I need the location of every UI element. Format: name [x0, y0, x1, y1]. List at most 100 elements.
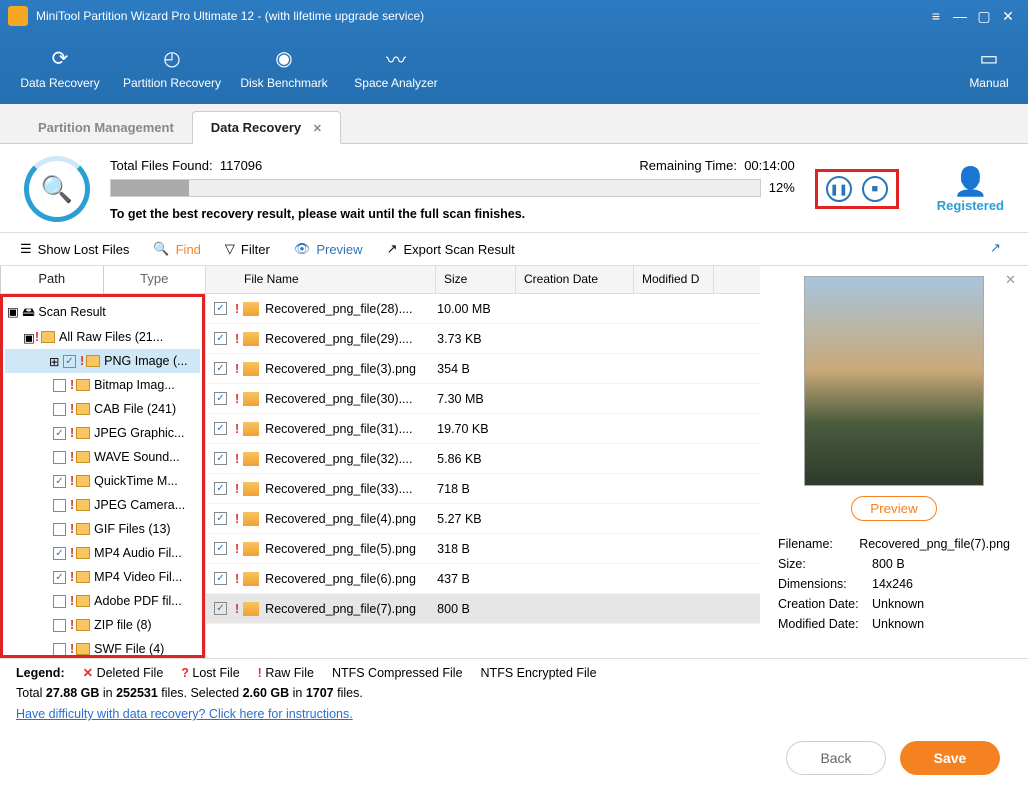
- tree-item[interactable]: !ZIP file (8): [5, 613, 200, 637]
- file-row[interactable]: !Recovered_png_file(4).png5.27 KB: [206, 504, 760, 534]
- file-row[interactable]: !Recovered_png_file(31)....19.70 KB: [206, 414, 760, 444]
- minimize-button[interactable]: —: [948, 8, 972, 24]
- tree-checkbox[interactable]: [53, 499, 66, 512]
- tree-checkbox[interactable]: [53, 379, 66, 392]
- tree-item[interactable]: !JPEG Graphic...: [5, 421, 200, 445]
- find-button[interactable]: 🔍Find: [153, 241, 200, 257]
- maximize-button[interactable]: ▢: [972, 8, 996, 25]
- tree-checkbox[interactable]: [53, 475, 66, 488]
- file-row[interactable]: !Recovered_png_file(5).png318 B: [206, 534, 760, 564]
- file-row[interactable]: !Recovered_png_file(6).png437 B: [206, 564, 760, 594]
- pause-scan-button[interactable]: ❚❚: [826, 176, 852, 202]
- tree-root[interactable]: ▣ 🖴 Scan Result: [5, 301, 200, 325]
- tree-checkbox[interactable]: [53, 619, 66, 632]
- filter-label: Filter: [241, 242, 270, 257]
- tree-item[interactable]: !WAVE Sound...: [5, 445, 200, 469]
- file-checkbox[interactable]: [214, 512, 227, 525]
- tree-checkbox[interactable]: [63, 355, 76, 368]
- scan-progress-percent: 12%: [769, 180, 795, 195]
- preview-close-icon[interactable]: ✕: [1005, 272, 1016, 288]
- tree-item[interactable]: !GIF Files (13): [5, 517, 200, 541]
- share-icon[interactable]: ↗: [990, 240, 1008, 258]
- file-checkbox[interactable]: [214, 602, 227, 615]
- export-label: Export Scan Result: [403, 242, 514, 257]
- manual-button[interactable]: ▭ Manual: [954, 32, 1024, 104]
- column-size[interactable]: Size: [436, 266, 516, 293]
- file-type-icon: [243, 482, 259, 496]
- tree-item[interactable]: !QuickTime M...: [5, 469, 200, 493]
- tree-checkbox[interactable]: [53, 403, 66, 416]
- file-checkbox[interactable]: [214, 392, 227, 405]
- file-checkbox[interactable]: [214, 482, 227, 495]
- tree-subtabs: Path Type: [0, 266, 205, 294]
- tree-item[interactable]: !MP4 Audio Fil...: [5, 541, 200, 565]
- tree-checkbox[interactable]: [53, 595, 66, 608]
- tree-item[interactable]: !Bitmap Imag...: [5, 373, 200, 397]
- tree-checkbox[interactable]: [53, 427, 66, 440]
- save-button[interactable]: Save: [900, 741, 1000, 775]
- space-analyzer-button[interactable]: 〰 Space Analyzer: [340, 32, 452, 104]
- search-icon: 🔍: [153, 241, 169, 257]
- tree-item[interactable]: !JPEG Camera...: [5, 493, 200, 517]
- back-button[interactable]: Back: [786, 741, 886, 775]
- close-button[interactable]: ✕: [996, 8, 1020, 25]
- preview-size-label: Size:: [778, 557, 872, 571]
- partition-recovery-button[interactable]: ◴ Partition Recovery: [116, 32, 228, 104]
- tab-partition-management[interactable]: Partition Management: [20, 112, 192, 143]
- legend-deleted: Deleted File: [97, 666, 164, 680]
- tree-checkbox[interactable]: [53, 547, 66, 560]
- column-creation-date[interactable]: Creation Date: [516, 266, 634, 293]
- tree-item[interactable]: ⊞!PNG Image (...: [5, 349, 200, 373]
- file-row[interactable]: !Recovered_png_file(30)....7.30 MB: [206, 384, 760, 414]
- tree-item[interactable]: !Adobe PDF fil...: [5, 589, 200, 613]
- subtab-type[interactable]: Type: [104, 266, 206, 293]
- stats-line: Total 27.88 GB in 252531 files. Selected…: [0, 682, 1028, 704]
- file-row[interactable]: !Recovered_png_file(32)....5.86 KB: [206, 444, 760, 474]
- tree-checkbox[interactable]: [53, 451, 66, 464]
- file-type-tree[interactable]: ▣ 🖴 Scan Result▣ !All Raw Files (21...⊞!…: [3, 297, 202, 658]
- remaining-time-value: 00:14:00: [744, 158, 795, 173]
- file-type-icon: [243, 452, 259, 466]
- file-checkbox[interactable]: [214, 332, 227, 345]
- tab-data-recovery[interactable]: Data Recovery ✕: [192, 111, 341, 144]
- export-icon: ↗: [387, 241, 398, 257]
- file-row[interactable]: !Recovered_png_file(3).png354 B: [206, 354, 760, 384]
- column-file-name[interactable]: File Name: [236, 266, 436, 293]
- menu-icon[interactable]: ≡: [924, 8, 948, 24]
- export-scan-result-button[interactable]: ↗ Export Scan Result: [387, 241, 515, 257]
- file-name: Recovered_png_file(31)....: [265, 422, 433, 436]
- tree-item[interactable]: !SWF File (4): [5, 637, 200, 658]
- tree-checkbox[interactable]: [53, 643, 66, 656]
- tree-all-raw[interactable]: ▣ !All Raw Files (21...: [5, 325, 200, 349]
- file-checkbox[interactable]: [214, 302, 227, 315]
- file-checkbox[interactable]: [214, 452, 227, 465]
- column-modified-date[interactable]: Modified D: [634, 266, 714, 293]
- disk-benchmark-button[interactable]: ◉ Disk Benchmark: [228, 32, 340, 104]
- space-analyzer-icon: 〰: [382, 46, 410, 70]
- file-row[interactable]: !Recovered_png_file(7).png800 B: [206, 594, 760, 624]
- registered-badge[interactable]: 👤 Registered: [937, 165, 1004, 213]
- file-checkbox[interactable]: [214, 362, 227, 375]
- file-list[interactable]: !Recovered_png_file(28)....10.00 MB!Reco…: [206, 294, 760, 658]
- tree-pane: Path Type ▣ 🖴 Scan Result▣ !All Raw File…: [0, 266, 206, 658]
- preview-open-button[interactable]: Preview: [851, 496, 936, 521]
- preview-button[interactable]: 👁Preview: [294, 241, 363, 257]
- stop-scan-button[interactable]: ■: [862, 176, 888, 202]
- file-checkbox[interactable]: [214, 542, 227, 555]
- show-lost-files-button[interactable]: ☰Show Lost Files: [20, 241, 129, 257]
- preview-filename-label: Filename:: [778, 537, 859, 551]
- file-checkbox[interactable]: [214, 572, 227, 585]
- file-row[interactable]: !Recovered_png_file(28)....10.00 MB: [206, 294, 760, 324]
- data-recovery-button[interactable]: ⟳ Data Recovery: [4, 32, 116, 104]
- subtab-path[interactable]: Path: [0, 266, 104, 293]
- tree-checkbox[interactable]: [53, 571, 66, 584]
- tree-checkbox[interactable]: [53, 523, 66, 536]
- tree-item[interactable]: !MP4 Video Fil...: [5, 565, 200, 589]
- tree-item[interactable]: !CAB File (241): [5, 397, 200, 421]
- filter-button[interactable]: ▽Filter: [225, 241, 270, 257]
- help-link[interactable]: Have difficulty with data recovery? Clic…: [16, 707, 353, 721]
- file-row[interactable]: !Recovered_png_file(33)....718 B: [206, 474, 760, 504]
- file-row[interactable]: !Recovered_png_file(29)....3.73 KB: [206, 324, 760, 354]
- tab-close-icon[interactable]: ✕: [313, 123, 322, 135]
- file-checkbox[interactable]: [214, 422, 227, 435]
